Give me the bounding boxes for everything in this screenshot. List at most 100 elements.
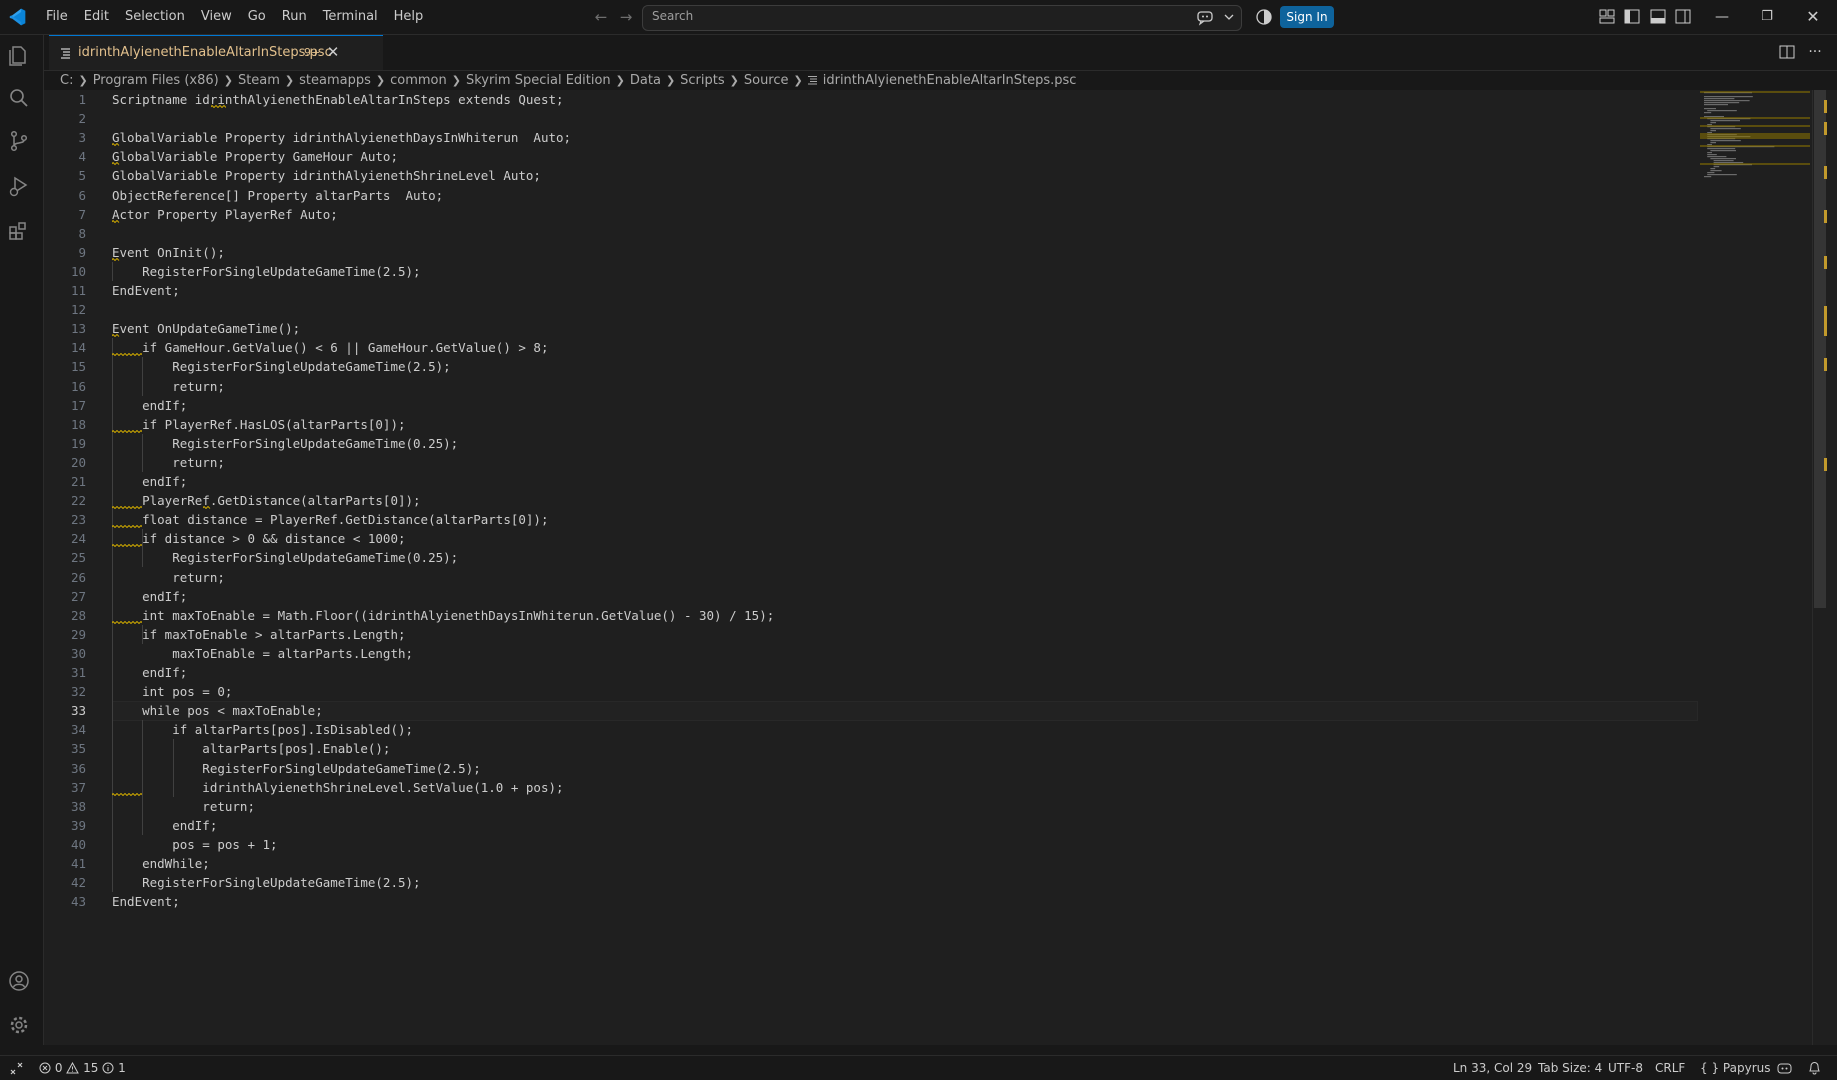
file-lines-icon xyxy=(807,76,817,85)
arrow-right-icon[interactable]: → xyxy=(617,8,635,26)
code-line[interactable]: 7 Actor Property PlayerRef Auto; xyxy=(44,205,1694,224)
menu-terminal[interactable]: Terminal xyxy=(315,0,386,34)
code-line[interactable]: 16 return; xyxy=(44,377,1694,396)
more-actions-icon[interactable]: ··· xyxy=(1806,43,1824,61)
code-line[interactable]: 29 if maxToEnable > altarParts.Length; xyxy=(44,625,1694,644)
tab-size[interactable]: Tab Size: 4 xyxy=(1538,1056,1602,1080)
accounts-shield-icon[interactable] xyxy=(1255,8,1273,26)
code-line[interactable]: 4 GlobalVariable Property GameHour Auto; xyxy=(44,147,1694,166)
breadcrumb-file[interactable]: idrinthAlyienethEnableAltarInSteps.psc xyxy=(807,73,1076,88)
toggle-secondary-sidebar-icon[interactable] xyxy=(1675,9,1691,24)
customize-layout-icon[interactable] xyxy=(1599,9,1615,24)
problems-status[interactable]: 0 15 1 xyxy=(39,1056,126,1080)
code-line[interactable]: 22 PlayerRef.GetDistance(altarParts[0]); xyxy=(44,491,1694,510)
explorer-icon[interactable] xyxy=(7,43,31,67)
code-line[interactable]: 34 if altarParts[pos].IsDisabled(); xyxy=(44,720,1694,739)
toggle-panel-icon[interactable] xyxy=(1650,9,1666,24)
accounts-icon[interactable] xyxy=(7,969,31,993)
menu-help[interactable]: Help xyxy=(386,0,432,34)
command-center-search[interactable]: Search xyxy=(642,5,1242,31)
code-line[interactable]: 12 xyxy=(44,300,1694,319)
breadcrumb-item[interactable]: Skyrim Special Edition xyxy=(466,73,611,88)
code-line[interactable]: 33 while pos < maxToEnable; xyxy=(44,701,1698,722)
code-line[interactable]: 35 altarParts[pos].Enable(); xyxy=(44,739,1694,758)
tab-close-icon[interactable]: ✕ xyxy=(324,43,342,61)
code-line[interactable]: 30 maxToEnable = altarParts.Length; xyxy=(44,644,1694,663)
breadcrumb-item[interactable]: C: xyxy=(60,73,73,88)
code-line[interactable]: 8 xyxy=(44,224,1694,243)
code-line[interactable]: 23 float distance = PlayerRef.GetDistanc… xyxy=(44,510,1694,529)
code-line[interactable]: 41 endWhile; xyxy=(44,854,1694,873)
breadcrumb-item[interactable]: Scripts xyxy=(680,73,724,88)
code-line[interactable]: 37 idrinthAlyienethShrineLevel.SetValue(… xyxy=(44,778,1694,797)
code-line[interactable]: 9 Event OnInit(); xyxy=(44,243,1694,262)
menu-selection[interactable]: Selection xyxy=(117,0,193,34)
code-line[interactable]: 27 endIf; xyxy=(44,587,1694,606)
encoding[interactable]: UTF-8 xyxy=(1608,1056,1643,1080)
chevron-down-icon[interactable] xyxy=(1224,12,1234,22)
notifications-bell-icon[interactable] xyxy=(1808,1061,1821,1075)
code-line[interactable]: 13 Event OnUpdateGameTime(); xyxy=(44,319,1694,338)
remote-indicator-icon[interactable] xyxy=(10,1062,23,1075)
breadcrumb-item[interactable]: Data xyxy=(630,73,661,88)
code-line[interactable]: 15 RegisterForSingleUpdateGameTime(2.5); xyxy=(44,357,1694,376)
toggle-primary-sidebar-icon[interactable] xyxy=(1624,9,1640,24)
code-line[interactable]: 10 RegisterForSingleUpdateGameTime(2.5); xyxy=(44,262,1694,281)
code-line[interactable]: 5 GlobalVariable Property idrinthAlyienet… xyxy=(44,166,1694,185)
breadcrumb-item[interactable]: Source xyxy=(744,73,789,88)
menu-edit[interactable]: Edit xyxy=(76,0,117,34)
code-line[interactable]: 40 pos = pos + 1; xyxy=(44,835,1694,854)
code-line[interactable]: 31 endIf; xyxy=(44,663,1694,682)
run-debug-icon[interactable] xyxy=(7,174,31,198)
code-line[interactable]: 2 xyxy=(44,109,1694,128)
code-line[interactable]: 20 return; xyxy=(44,453,1694,472)
source-control-icon[interactable] xyxy=(7,129,31,153)
code-line[interactable]: 24 if distance > 0 && distance < 1000; xyxy=(44,529,1694,548)
sign-in-button[interactable]: Sign In xyxy=(1280,6,1334,28)
code-line[interactable]: 43 EndEvent; xyxy=(44,892,1694,911)
code-line[interactable]: 14 if GameHour.GetValue() < 6 || GameHou… xyxy=(44,338,1694,357)
minimap-line xyxy=(1704,100,1750,102)
code-line[interactable]: 28 int maxToEnable = Math.Floor((idrinth… xyxy=(44,606,1694,625)
code-line[interactable]: 25 RegisterForSingleUpdateGameTime(0.25)… xyxy=(44,548,1694,567)
menu-file[interactable]: File xyxy=(38,0,76,34)
breadcrumb-item[interactable]: Program Files (x86) xyxy=(93,73,219,88)
language-mode[interactable]: { } Papyrus xyxy=(1700,1056,1770,1080)
code-line[interactable]: 18 if PlayerRef.HasLOS(altarParts[0]); xyxy=(44,415,1694,434)
vscode-logo-icon xyxy=(9,8,26,26)
code-line[interactable]: 36 RegisterForSingleUpdateGameTime(2.5); xyxy=(44,759,1694,778)
manage-gear-icon[interactable] xyxy=(7,1013,31,1037)
code-line[interactable]: 38 return; xyxy=(44,797,1694,816)
end-of-line[interactable]: CRLF xyxy=(1655,1056,1685,1080)
code-line[interactable]: 39 endIf; xyxy=(44,816,1694,835)
restore-icon[interactable]: ❐ xyxy=(1757,7,1777,27)
code-line[interactable]: 11 EndEvent; xyxy=(44,281,1694,300)
breadcrumb-item[interactable]: common xyxy=(390,73,447,88)
menu-go[interactable]: Go xyxy=(240,0,274,34)
copilot-status-icon[interactable] xyxy=(1777,1062,1792,1075)
code-line[interactable]: 6 ObjectReference[] Property altarParts A… xyxy=(44,186,1694,205)
minimize-icon[interactable]: — xyxy=(1712,7,1732,27)
code-line[interactable]: 17 endIf; xyxy=(44,396,1694,415)
menu-view[interactable]: View xyxy=(193,0,240,34)
extensions-icon[interactable] xyxy=(7,219,31,243)
menu-run[interactable]: Run xyxy=(274,0,315,34)
breadcrumb-item[interactable]: Steam xyxy=(238,73,280,88)
cursor-position[interactable]: Ln 33, Col 29 xyxy=(1453,1056,1532,1080)
search-icon[interactable] xyxy=(7,86,31,110)
tab-active-file[interactable]: idrinthAlyienethEnableAltarInSteps.psc 9… xyxy=(49,35,383,70)
breadcrumb-item[interactable]: steamapps xyxy=(299,73,371,88)
code-line[interactable]: 26 return; xyxy=(44,568,1694,587)
close-icon[interactable]: ✕ xyxy=(1803,7,1823,27)
code-line[interactable]: 19 RegisterForSingleUpdateGameTime(0.25)… xyxy=(44,434,1694,453)
code-line[interactable]: 1 Scriptname idrinthAlyienethEnableAltarI… xyxy=(44,90,1694,109)
split-editor-icon[interactable] xyxy=(1779,45,1795,59)
code-line[interactable]: 21 endIf; xyxy=(44,472,1694,491)
copilot-icon[interactable] xyxy=(1196,8,1214,26)
arrow-left-icon[interactable]: ← xyxy=(592,8,610,26)
minimap[interactable] xyxy=(1700,90,1810,290)
code-line[interactable]: 42 RegisterForSingleUpdateGameTime(2.5); xyxy=(44,873,1694,892)
code-line[interactable]: 32 int pos = 0; xyxy=(44,682,1694,701)
code-editor[interactable]: 1 Scriptname idrinthAlyienethEnableAltarI… xyxy=(44,90,1837,1045)
code-line[interactable]: 3 GlobalVariable Property idrinthAlyienet… xyxy=(44,128,1694,147)
